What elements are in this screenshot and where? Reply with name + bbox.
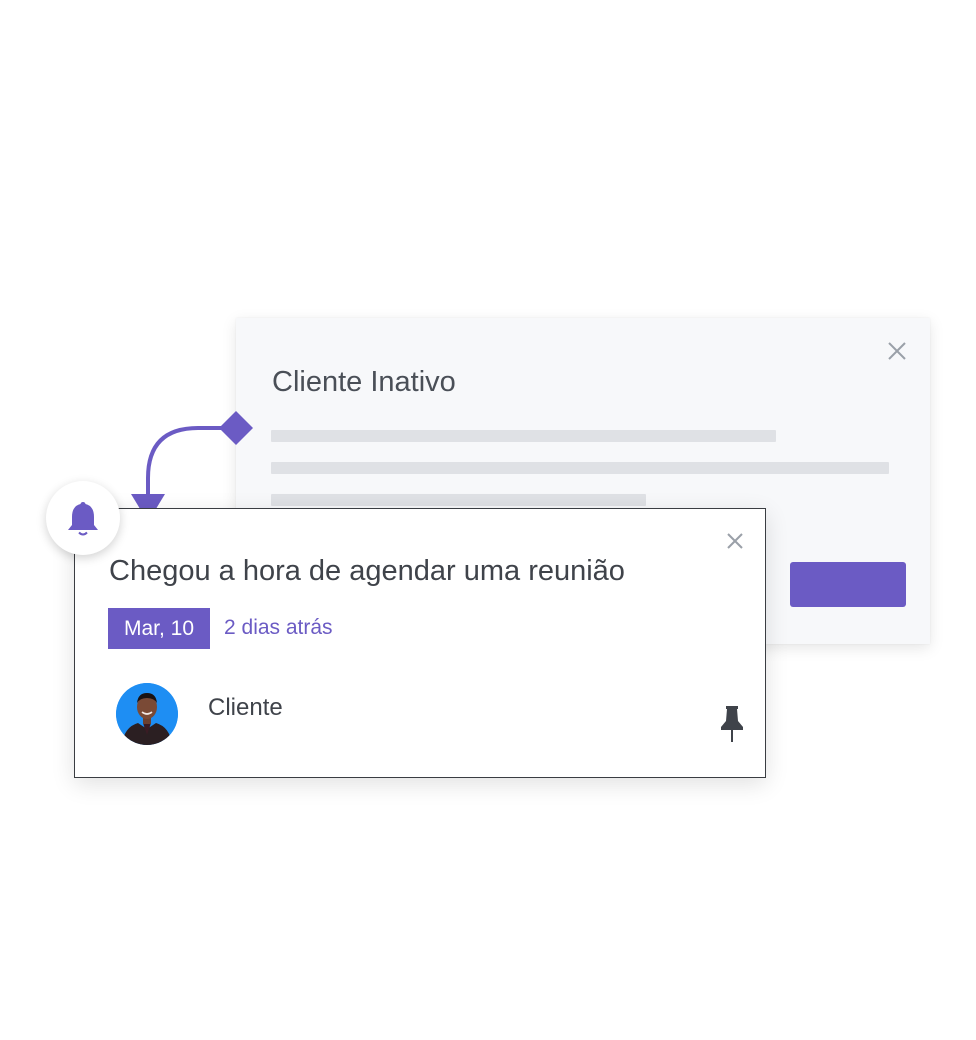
placeholder-line [271,430,776,442]
bell-icon [68,502,98,536]
placeholder-line [271,462,889,474]
avatar [116,683,178,745]
notification-card: Chegou a hora de agendar uma reunião Mar… [74,508,766,778]
close-icon[interactable] [886,340,908,362]
close-icon[interactable] [725,531,745,551]
dialog-title: Cliente Inativo [272,366,456,398]
dialog-action-button[interactable] [790,562,906,607]
stage: Cliente Inativo Chegou a hora de agendar… [0,0,976,1040]
notification-title: Chegou a hora de agendar uma reunião [109,555,625,587]
relative-time: 2 dias atrás [224,616,333,639]
client-label: Cliente [208,694,283,721]
bell-button[interactable] [46,481,120,555]
placeholder-line [271,494,646,506]
date-badge: Mar, 10 [108,608,211,649]
pin-icon[interactable] [719,705,745,743]
